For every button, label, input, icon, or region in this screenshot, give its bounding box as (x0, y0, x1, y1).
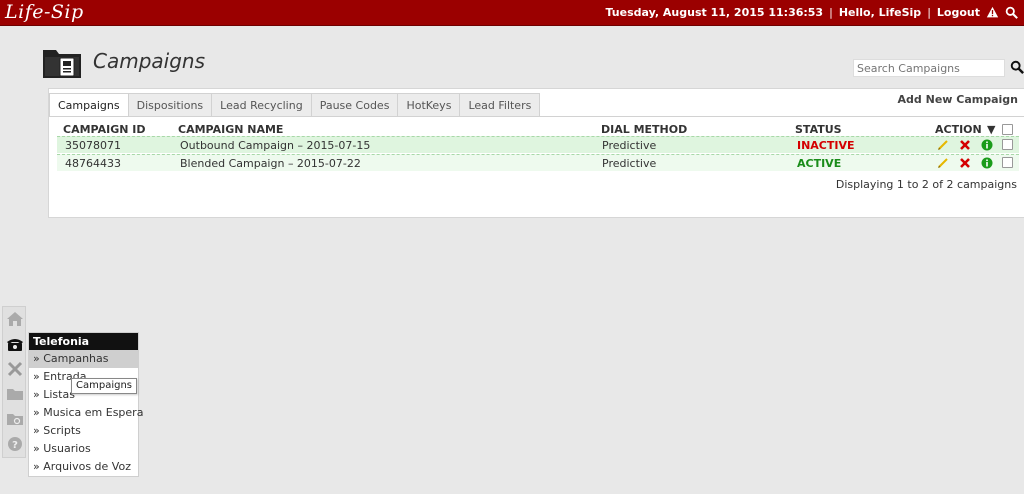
row-checkbox[interactable] (1002, 139, 1013, 150)
table-header: CAMPAIGN ID CAMPAIGN NAME DIAL METHOD ST… (63, 123, 1023, 137)
tab-dispositions[interactable]: Dispositions (128, 93, 213, 117)
search-icon[interactable] (1010, 60, 1024, 74)
menu-item-scripts[interactable]: » Scripts (29, 422, 138, 440)
warning-icon[interactable] (986, 6, 999, 19)
delete-x-icon[interactable] (959, 157, 971, 169)
tools-icon[interactable] (5, 359, 25, 379)
dial-method: Predictive (602, 157, 657, 170)
select-all-checkbox[interactable] (1002, 124, 1013, 135)
logout-link[interactable]: Logout (937, 6, 980, 19)
tab-hotkeys[interactable]: HotKeys (398, 93, 461, 117)
top-bar: Life-Sip Tuesday, August 11, 2015 11:36:… (0, 0, 1024, 26)
campaign-id: 35078071 (65, 139, 121, 152)
info-icon[interactable] (981, 157, 993, 169)
col-action: ACTION (935, 123, 982, 136)
side-icon-rail: ? (2, 306, 26, 458)
pagination-count: Displaying 1 to 2 of 2 campaigns (835, 178, 1017, 191)
edit-pencil-icon[interactable] (937, 157, 949, 169)
help-icon[interactable]: ? (5, 434, 25, 454)
tab-lead-recycling[interactable]: Lead Recycling (212, 93, 312, 117)
menu-item-arquivos-de-voz[interactable]: » Arquivos de Voz (29, 458, 138, 476)
campaigns-folder-icon (42, 45, 82, 79)
add-new-campaign-link[interactable]: Add New Campaign (898, 93, 1018, 106)
separator: | (829, 6, 833, 19)
col-status[interactable]: STATUS (795, 123, 842, 136)
folder-icon[interactable] (5, 384, 25, 404)
campaign-name[interactable]: Outbound Campaign – 2015-07-15 (180, 139, 370, 152)
tab-lead-filters[interactable]: Lead Filters (460, 93, 541, 117)
menu-title: Telefonia (29, 333, 138, 350)
top-info: Tuesday, August 11, 2015 11:36:53 | Hell… (606, 6, 1019, 19)
separator: | (927, 6, 931, 19)
phone-icon[interactable] (5, 334, 25, 354)
delete-x-icon[interactable] (959, 139, 971, 151)
campaign-name[interactable]: Blended Campaign – 2015-07-22 (180, 157, 361, 170)
app-logo[interactable]: Life-Sip (5, 1, 84, 23)
dial-method: Predictive (602, 139, 657, 152)
home-icon[interactable] (5, 309, 25, 329)
datetime: Tuesday, August 11, 2015 11:36:53 (605, 6, 824, 19)
tab-bar: Campaigns Dispositions Lead Recycling Pa… (49, 93, 541, 117)
menu-item-musica-em-espera[interactable]: » Musica em Espera (29, 404, 143, 422)
campaigns-panel: Campaigns Dispositions Lead Recycling Pa… (48, 88, 1024, 218)
folder-search-icon[interactable] (5, 409, 25, 429)
info-icon[interactable] (981, 139, 993, 151)
tab-divider (49, 116, 1024, 117)
telefonia-menu: Telefonia » Campanhas » Entrada » Listas… (28, 332, 143, 477)
status-badge[interactable]: INACTIVE (797, 139, 855, 152)
search-icon[interactable] (1005, 6, 1018, 19)
tab-campaigns[interactable]: Campaigns (49, 93, 129, 117)
action-dropdown-arrow[interactable]: ▼ (987, 123, 995, 136)
campaign-id: 48764433 (65, 157, 121, 170)
status-badge[interactable]: ACTIVE (797, 157, 841, 170)
menu-item-usuarios[interactable]: » Usuarios (29, 440, 138, 458)
table-row[interactable]: 35078071 Outbound Campaign – 2015-07-15 … (57, 136, 1019, 153)
edit-pencil-icon[interactable] (937, 139, 949, 151)
greeting: Hello, LifeSip (838, 6, 922, 19)
col-dial-method[interactable]: DIAL METHOD (601, 123, 687, 136)
table-row[interactable]: 48764433 Blended Campaign – 2015-07-22 P… (57, 154, 1019, 171)
tab-pause-codes[interactable]: Pause Codes (311, 93, 399, 117)
col-campaign-name[interactable]: CAMPAIGN NAME (178, 123, 283, 136)
row-checkbox[interactable] (1002, 157, 1013, 168)
search-input[interactable] (853, 59, 1005, 77)
menu-item-campanhas[interactable]: » Campanhas (29, 350, 138, 368)
svg-text:?: ? (12, 440, 18, 451)
page-title: Campaigns (93, 49, 206, 73)
tooltip: Campaigns (71, 378, 138, 394)
col-campaign-id[interactable]: CAMPAIGN ID (63, 123, 145, 136)
